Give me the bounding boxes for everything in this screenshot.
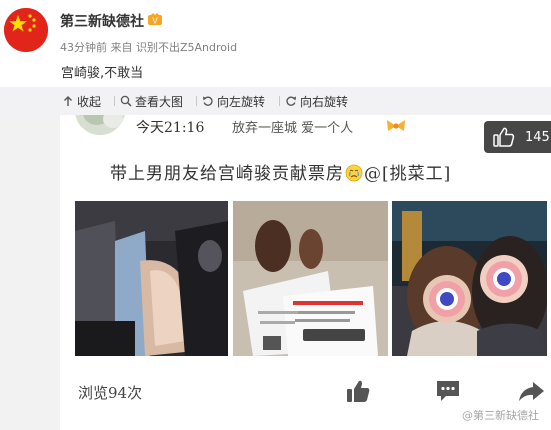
comment-icon xyxy=(437,381,459,401)
bow-icon xyxy=(387,120,405,131)
photo-selfie xyxy=(392,201,547,356)
toolbar-divider xyxy=(279,96,280,106)
selfie-image xyxy=(392,201,547,356)
photo-holding-hands xyxy=(75,201,228,356)
screenshot-view-count: 浏览94次 xyxy=(78,384,143,402)
share-arrow-icon xyxy=(519,382,544,401)
rotate-right-label: 向右旋转 xyxy=(300,94,349,109)
photo-movie-tickets xyxy=(233,201,388,356)
movie-tickets-image xyxy=(233,201,388,356)
post-image[interactable]: 今天21:16 放弃一座城 爱一个人 带上男朋友给宫崎骏贡献票房 @[挑菜工] xyxy=(0,115,551,430)
screenshot-title: 带上男朋友给宫崎骏贡献票房 @[挑菜工] xyxy=(110,159,451,184)
rotate-left-label: 向左旋转 xyxy=(217,94,266,109)
like-count: 145 xyxy=(525,129,550,145)
screenshot-mention: @[挑菜工] xyxy=(364,164,452,184)
screenshot-title-text: 带上男朋友给宫崎骏贡献票房 xyxy=(110,164,344,184)
post-text: 宫崎骏,不敢当 xyxy=(61,66,144,81)
view-large-label: 查看大图 xyxy=(135,94,184,109)
rotate-left-button[interactable]: 向左旋转 xyxy=(196,87,266,115)
crying-face-icon xyxy=(345,164,363,182)
view-large-button[interactable]: 查看大图 xyxy=(114,87,184,115)
thumbs-up-icon xyxy=(493,127,515,147)
flag-avatar-image xyxy=(4,8,48,52)
toolbar-divider xyxy=(196,96,197,106)
holding-hands-image xyxy=(75,201,228,356)
author-name[interactable]: 第三新缺德社 xyxy=(60,11,144,31)
collapse-button[interactable]: 收起 xyxy=(62,87,101,115)
svg-text:V: V xyxy=(152,17,158,26)
floating-like-button[interactable]: 145 xyxy=(484,121,551,153)
weibo-watermark: @第三新缺德社 xyxy=(462,409,539,422)
rotate-right-icon xyxy=(286,96,296,106)
image-toolbar: 收起 查看大图 向左旋转 向右旋转 xyxy=(0,87,551,115)
screenshot-signature: 放弃一座城 爱一个人 xyxy=(232,121,354,136)
collapse-label: 收起 xyxy=(77,94,102,109)
screenshot-time: 今天21:16 xyxy=(136,120,205,136)
rotate-right-button[interactable]: 向右旋转 xyxy=(279,87,349,115)
post-meta: 43分钟前 来自 识别不出Z5Android xyxy=(60,41,238,54)
rotate-left-icon xyxy=(203,96,213,106)
thumbs-up-icon xyxy=(347,380,370,402)
author-avatar[interactable] xyxy=(4,8,48,52)
toolbar-divider xyxy=(114,96,115,106)
magnifier-icon xyxy=(120,95,132,107)
member-badge-icon[interactable]: V xyxy=(148,13,162,26)
collapse-arrow-icon xyxy=(64,96,72,106)
